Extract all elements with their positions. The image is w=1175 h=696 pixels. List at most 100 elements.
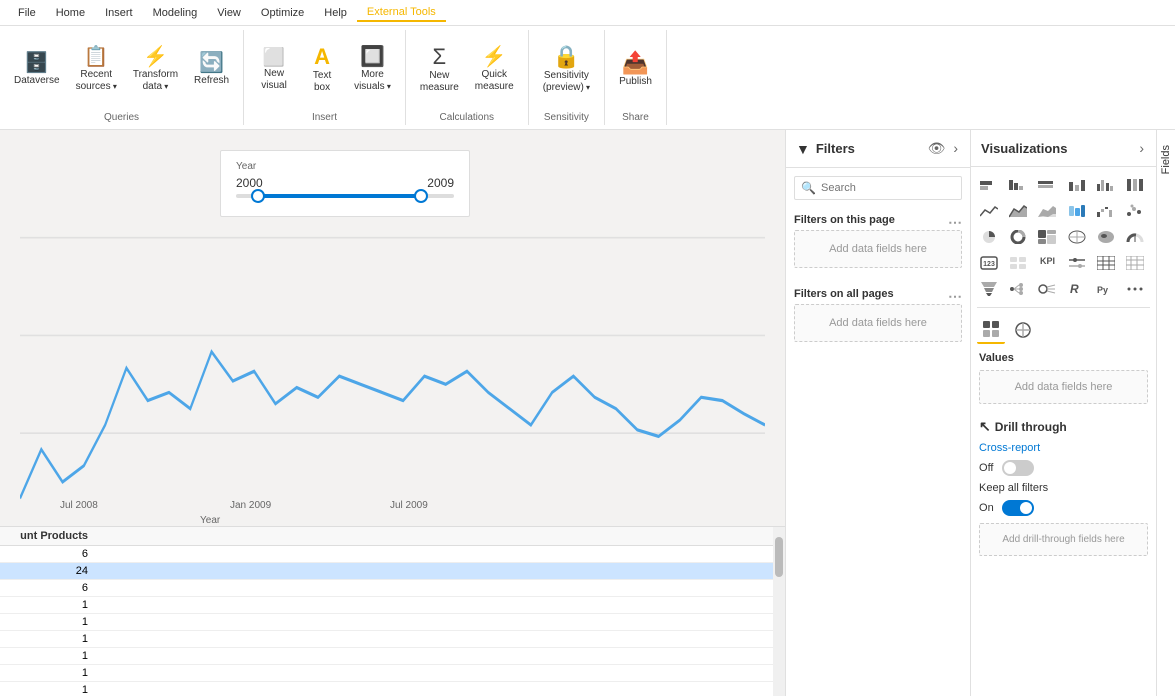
table-row: 1	[0, 631, 785, 648]
viz-icon-kpi[interactable]: KPI	[1035, 251, 1059, 275]
viz-icon-stacked-area[interactable]	[1035, 199, 1059, 223]
viz-divider	[977, 307, 1150, 308]
viz-icon-card[interactable]: 123	[977, 251, 1001, 275]
viz-icon-r-script[interactable]: R	[1065, 277, 1089, 301]
insert-group-label: Insert	[312, 110, 337, 125]
recent-sources-button[interactable]: 📋 Recentsources	[70, 43, 123, 97]
keep-all-on-label: On	[979, 502, 994, 514]
dataverse-button[interactable]: 🗄️ Dataverse	[8, 49, 66, 91]
viz-icon-ribbon[interactable]	[1065, 199, 1089, 223]
filter-allpages-drop-zone[interactable]: Add data fields here	[794, 304, 962, 342]
search-input[interactable]	[794, 176, 962, 200]
viz-icon-filled-map[interactable]	[1094, 225, 1118, 249]
viz-tabs	[971, 312, 1156, 348]
svg-text:R: R	[1070, 282, 1079, 296]
tab-help[interactable]: Help	[314, 5, 357, 21]
filters-arrow-icon[interactable]: ›	[951, 138, 960, 159]
filter-page-more-icon[interactable]: ⋯	[948, 214, 962, 231]
viz-icon-map[interactable]	[1065, 225, 1089, 249]
viz-icon-line[interactable]	[977, 199, 1001, 223]
viz-icon-multirow-card[interactable]	[1006, 251, 1030, 275]
sensitivity-button[interactable]: 🔒 Sensitivity(preview)	[537, 42, 596, 98]
viz-icon-pie[interactable]	[977, 225, 1001, 249]
filters-eye-icon[interactable]: 👁	[926, 138, 948, 159]
viz-tab-values[interactable]	[977, 316, 1005, 344]
x-label-jul2008: Jul 2008	[60, 500, 98, 511]
tab-external-tools[interactable]: External Tools	[357, 4, 446, 22]
viz-icon-grouped-col[interactable]	[1094, 173, 1118, 197]
viz-icon-slicer[interactable]	[1065, 251, 1089, 275]
viz-icon-table[interactable]	[1094, 251, 1118, 275]
fields-tab-label[interactable]: Fields	[1160, 130, 1172, 189]
table-body: 6 24 6 1 1 1 1	[0, 546, 785, 696]
more-visuals-button[interactable]: 🔲 Morevisuals	[348, 43, 397, 97]
new-measure-button[interactable]: Σ Newmeasure	[414, 42, 465, 98]
transform-data-button[interactable]: ⚡ Transformdata	[127, 43, 184, 97]
new-visual-button[interactable]: ⬜ Newvisual	[252, 44, 296, 96]
viz-icon-gauge[interactable]	[1123, 225, 1147, 249]
bottom-table: unt Products 6 24 6 1 1 1	[0, 526, 785, 696]
keep-all-filters-toggle-state-row: On	[979, 497, 1148, 519]
filter-allpages-more-icon[interactable]: ⋯	[948, 288, 962, 305]
viz-icon-waterfall[interactable]	[1094, 199, 1118, 223]
quick-measure-button[interactable]: ⚡ Quickmeasure	[469, 43, 520, 97]
viz-panel: Visualizations ›	[971, 130, 1156, 696]
viz-icon-stacked-bar[interactable]	[977, 173, 1001, 197]
viz-icon-100pct-col[interactable]	[1123, 173, 1147, 197]
table-row: 1	[0, 665, 785, 682]
table-scroll-thumb	[775, 537, 783, 577]
viz-icon-column[interactable]	[1065, 173, 1089, 197]
viz-icon-scatter[interactable]	[1123, 199, 1147, 223]
cross-report-toggle-knob	[1004, 462, 1016, 474]
viz-icon-funnel[interactable]	[977, 277, 1001, 301]
dataverse-icon: 🗄️	[24, 53, 49, 73]
viz-icon-more[interactable]	[1123, 277, 1147, 301]
ribbon-group-share: 📤 Publish Share	[605, 30, 667, 125]
tab-view[interactable]: View	[207, 5, 251, 21]
filter-page-drop-zone[interactable]: Add data fields here	[794, 230, 962, 268]
drill-through-section: ↖ Drill through Cross-report Off Keep al…	[971, 408, 1156, 566]
recent-sources-icon: 📋	[84, 47, 109, 67]
new-visual-icon: ⬜	[263, 48, 285, 66]
viz-icon-python[interactable]: Py	[1094, 277, 1118, 301]
viz-panel-arrow[interactable]: ›	[1137, 138, 1146, 158]
drill-drop-zone[interactable]: Add drill-through fields here	[979, 523, 1148, 556]
table-scrollbar[interactable]	[773, 527, 785, 696]
viz-icon-donut[interactable]	[1006, 225, 1030, 249]
tab-insert[interactable]: Insert	[95, 5, 143, 21]
viz-icon-grouped-bar[interactable]	[1006, 173, 1030, 197]
table-row: 6	[0, 580, 785, 597]
share-group-label: Share	[622, 110, 649, 125]
filters-header-icons: 👁 ›	[926, 138, 960, 159]
filter-section-all-pages: Filters on all pages ⋯ Add data fields h…	[786, 282, 970, 356]
viz-icon-area[interactable]	[1006, 199, 1030, 223]
right-panels: ▼ Filters 👁 › 🔍 Filters on this page ⋯ A…	[785, 130, 1175, 696]
viz-icon-key-influencers[interactable]	[1035, 277, 1059, 301]
ribbon-group-sensitivity: 🔒 Sensitivity(preview) Sensitivity	[529, 30, 605, 125]
canvas-area: Year 2000 2009 Jul 20	[0, 130, 785, 696]
viz-values-label: Values	[971, 348, 1156, 366]
cross-report-toggle[interactable]	[1002, 460, 1034, 476]
ribbon-content: 🗄️ Dataverse 📋 Recentsources ⚡ Transform…	[0, 26, 1175, 129]
tab-modeling[interactable]: Modeling	[143, 5, 208, 21]
x-axis-label: Year	[200, 515, 220, 526]
tab-optimize[interactable]: Optimize	[251, 5, 314, 21]
viz-values-drop-zone[interactable]: Add data fields here	[979, 370, 1148, 404]
refresh-icon: 🔄	[199, 53, 224, 73]
viz-tab-format[interactable]	[1009, 316, 1037, 344]
text-box-button[interactable]: A Textbox	[300, 42, 344, 98]
viz-icon-decomp-tree[interactable]	[1006, 277, 1030, 301]
filter-section-page: Filters on this page ⋯ Add data fields h…	[786, 208, 970, 282]
cross-report-toggle-row: Off	[979, 457, 1148, 479]
viz-icon-matrix[interactable]	[1123, 251, 1147, 275]
table-row: 1	[0, 614, 785, 631]
keep-all-filters-label: Keep all filters	[979, 482, 1048, 494]
viz-icon-treemap[interactable]	[1035, 225, 1059, 249]
refresh-button[interactable]: 🔄 Refresh	[188, 49, 235, 91]
tab-file[interactable]: File	[8, 5, 46, 21]
keep-all-filters-toggle[interactable]	[1002, 500, 1034, 516]
table-row-selected: 24	[0, 563, 785, 580]
publish-button[interactable]: 📤 Publish	[613, 48, 658, 92]
viz-icon-100pct-bar[interactable]	[1035, 173, 1059, 197]
tab-home[interactable]: Home	[46, 5, 95, 21]
